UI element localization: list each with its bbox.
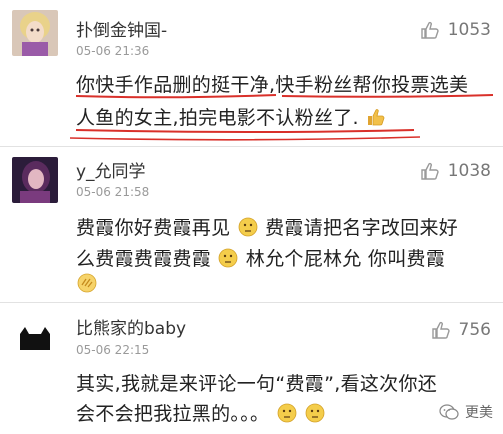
- thumbs-up-icon: [431, 321, 450, 339]
- watermark: 更美: [439, 402, 493, 422]
- like-count: 756: [458, 320, 491, 340]
- username[interactable]: y_允同学: [76, 157, 146, 182]
- comment-text-segment: 么费霞费霞费霞: [76, 248, 212, 270]
- like-button[interactable]: 1038: [420, 161, 491, 181]
- comment-text-segment: 费霞请把名字改回来好: [265, 217, 459, 239]
- hmm-face-emoji-icon: [238, 217, 258, 237]
- wechat-icon: [439, 404, 459, 420]
- hmm-face-emoji-icon: [277, 403, 297, 423]
- thumbs-up-icon: [421, 162, 439, 180]
- comment-text-segment: 费霞你好费霞再见: [76, 217, 231, 239]
- comment-1: 扑倒金钟国- 05-06 21:36 1053 你快手作品删的挺干净,快手粉丝帮…: [0, 0, 503, 146]
- comment-text-line-1: 费霞你好费霞再见 费霞请把名字改回来好: [76, 213, 458, 240]
- avatar-girl[interactable]: [12, 157, 58, 203]
- avatar-cat[interactable]: [12, 314, 58, 360]
- like-button[interactable]: 756: [431, 320, 491, 340]
- underline-marks: [69, 94, 494, 141]
- hmm-face-emoji-icon: [219, 248, 238, 268]
- comment-3: 比熊家的baby 05-06 22:15 756 其实,我就是来评论一句“费霞”…: [0, 303, 503, 434]
- username[interactable]: 比熊家的baby: [76, 314, 186, 339]
- like-count: 1038: [447, 161, 491, 181]
- comment-text-line-2-text: 会不会把我拉黑的。。。: [76, 403, 270, 425]
- timestamp: 05-06 21:58: [76, 185, 150, 199]
- comment-2: y_允同学 05-06 21:58 1038 费霞你好费霞再见 费霞请把名字改回…: [0, 147, 503, 300]
- comment-text-line-2: 么费霞费霞费霞 林允个屁林允 你叫费霞: [76, 244, 445, 271]
- watermark-label: 更美: [465, 405, 493, 421]
- timestamp: 05-06 22:15: [76, 343, 150, 357]
- clapping-hands-emoji-icon: [77, 273, 97, 293]
- comment-text-segment: 林允个屁林允 你叫费霞: [245, 248, 446, 270]
- comment-text-line-1: 其实,我就是来评论一句“费霞”,看这次你还: [76, 373, 438, 395]
- hmm-face-emoji-icon: [305, 403, 325, 423]
- comment-text-line-3: [76, 273, 98, 295]
- comment-text-line-2: 会不会把我拉黑的。。。: [76, 399, 326, 426]
